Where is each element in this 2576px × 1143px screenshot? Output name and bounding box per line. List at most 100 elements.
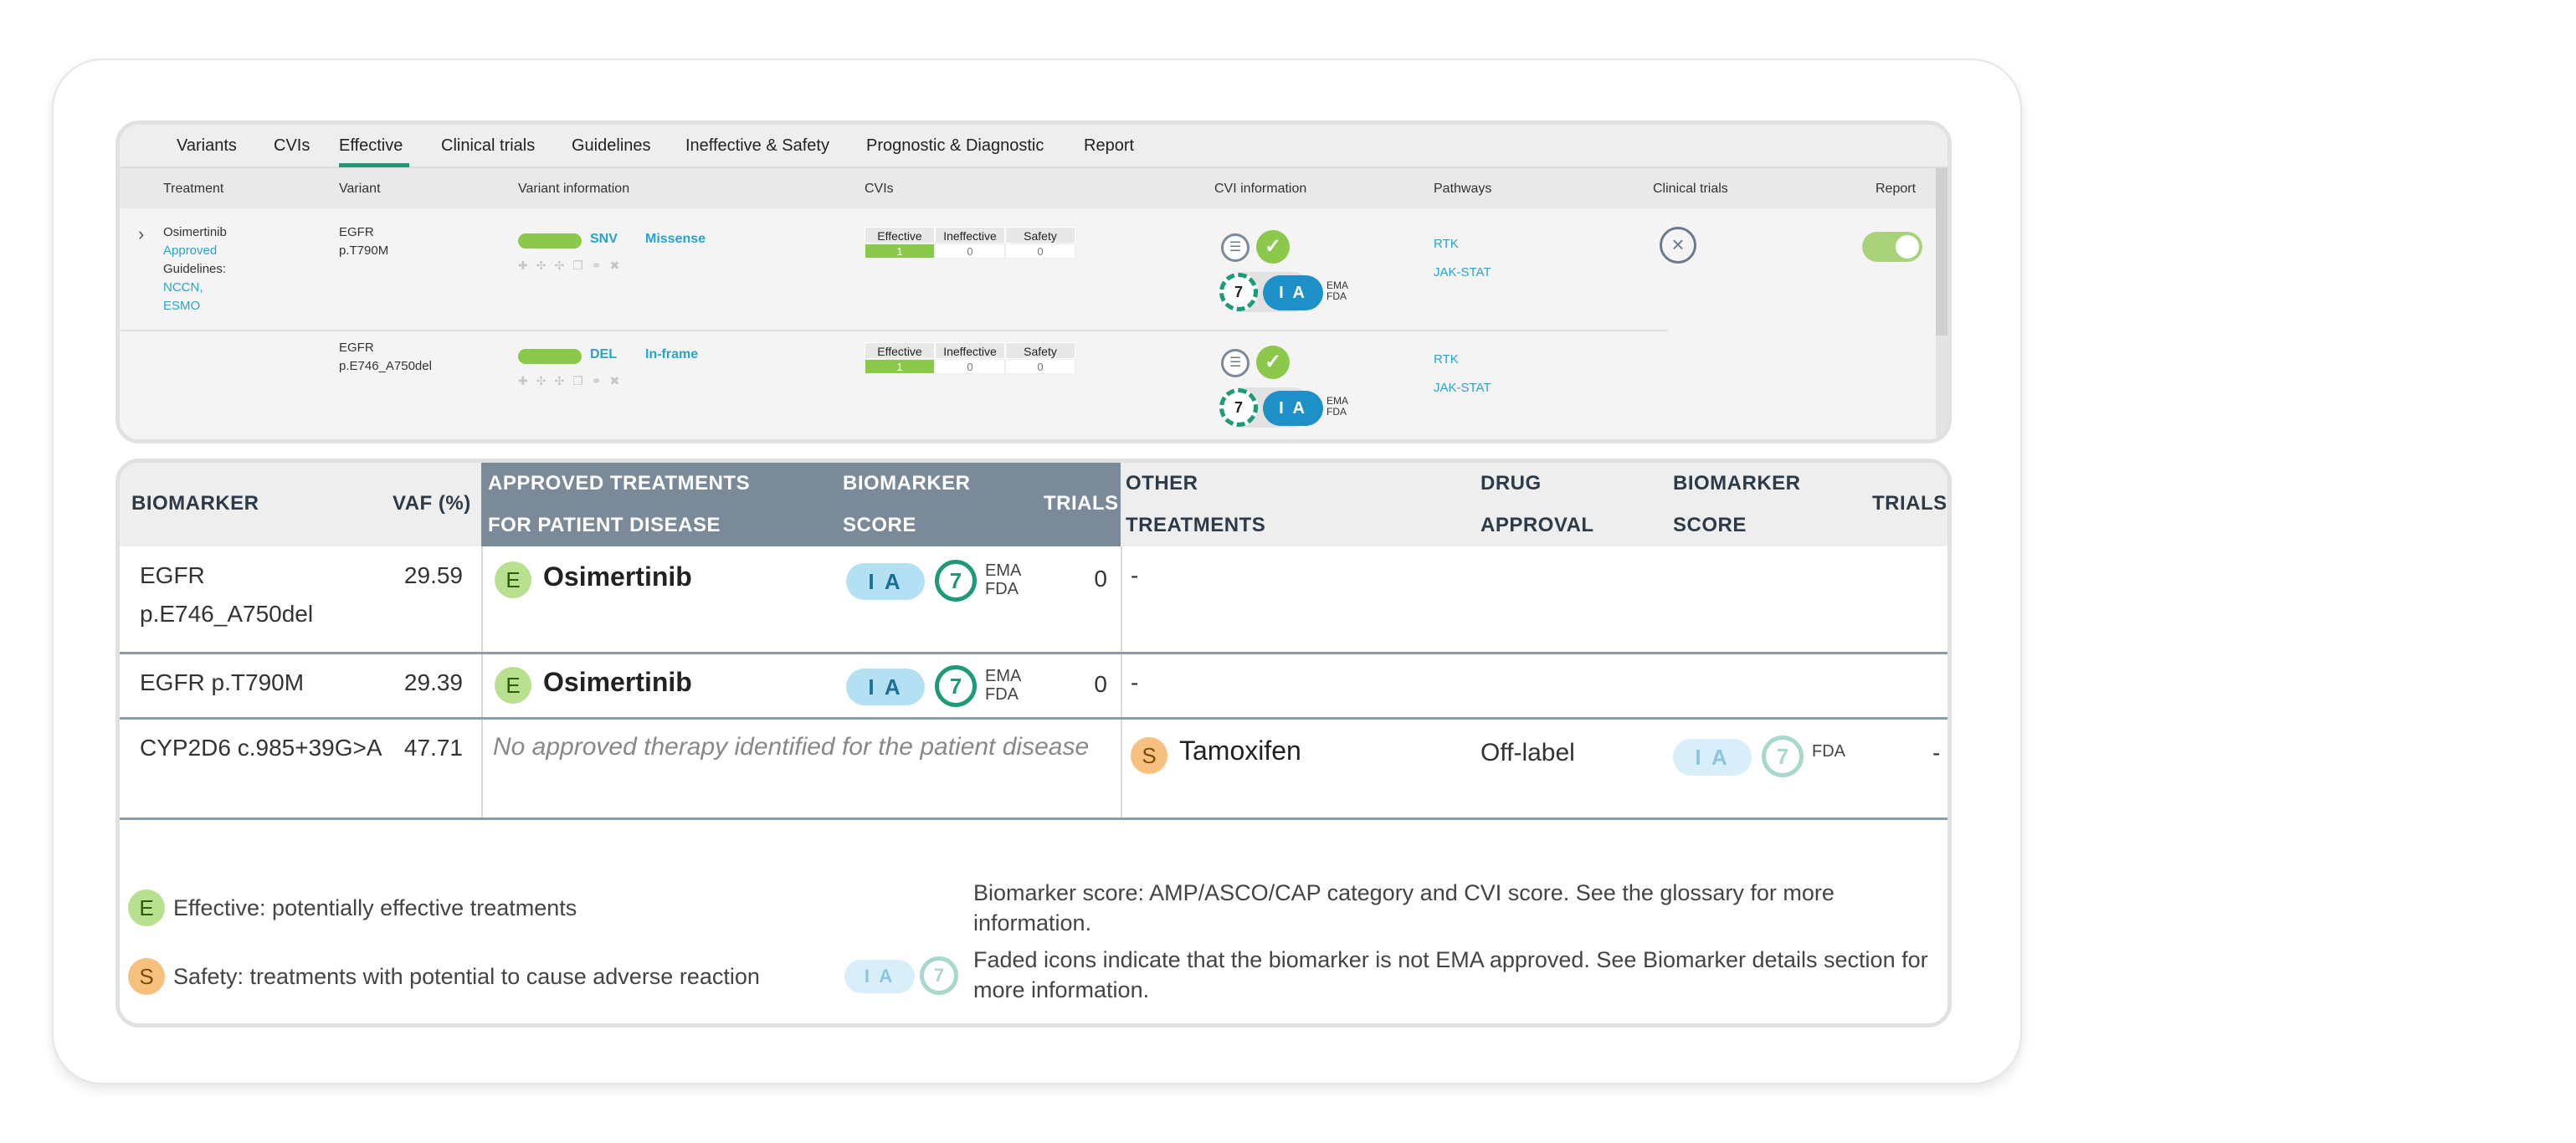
other-treatments: - (1131, 562, 1139, 588)
header-variant: Variant (339, 182, 381, 196)
treatment-name: Osimertinib (163, 225, 227, 239)
chevron-right-icon[interactable]: › (138, 223, 144, 245)
treatment-name[interactable]: Osimertinib (543, 561, 692, 592)
vaf-value: 47.71 (403, 735, 463, 761)
agency-fda: FDA (985, 580, 1019, 598)
cvi-effective-count: 1 (865, 243, 935, 259)
pathway-rtk-link[interactable]: RTK (1434, 235, 1459, 254)
pathway-jak-stat-link[interactable]: JAK-STAT (1434, 379, 1491, 397)
other-treatment-name[interactable]: Tamoxifen (1179, 736, 1301, 766)
check-icon: ✓ (1256, 230, 1290, 264)
header-cvi-information: CVI information (1214, 182, 1307, 196)
effective-badge: E (495, 667, 531, 704)
tab-ineffective-safety[interactable]: Ineffective & Safety (685, 136, 829, 156)
tab-clinical-trials[interactable]: Clinical trials (441, 136, 535, 156)
biomarker-cell: CYP2D6 c.985+39G>A (140, 735, 382, 761)
trials-count: 0 (1094, 671, 1107, 697)
legend-effective-badge: E (128, 889, 165, 926)
biomarker-variant: p.E746_A750del (140, 601, 314, 627)
legend-faded-text: Faded icons indicate that the biomarker … (973, 947, 1928, 1002)
variant-consequence: Missense (645, 232, 706, 246)
agency-labels: EMA FDA (985, 561, 1021, 598)
header-line: APPROVED TREATMENTS (488, 472, 751, 495)
header-cvis: CVIs (865, 182, 894, 196)
tab-guidelines[interactable]: Guidelines (572, 136, 651, 156)
variant-protein: p.E746_A750del (339, 359, 432, 373)
tab-prognostic-diagnostic[interactable]: Prognostic & Diagnostic (866, 136, 1044, 156)
header-trials: TRIALS (1044, 492, 1119, 515)
legend-safety-badge: S (128, 958, 165, 995)
header-biomarker-score-other: BIOMARKER SCORE (1673, 463, 1801, 546)
legend-faded-tier: I A (844, 960, 915, 993)
agency-fda: FDA (1812, 742, 1845, 761)
tab-report[interactable]: Report (1084, 136, 1134, 156)
biomarker-cell: EGFR p.T790M (140, 669, 305, 695)
cvi-score-ring-faded: 7 (1762, 736, 1804, 777)
vaf-value: 29.39 (403, 669, 463, 695)
database-icon[interactable]: ☰ (1221, 349, 1250, 377)
variant-cell: EGFR p.E746_A750del (339, 339, 432, 376)
cvi-score-ring: 7 (1219, 388, 1258, 427)
pathway-jak-stat-link[interactable]: JAK-STAT (1434, 264, 1491, 282)
top-table-header: Treatment Variant Variant information CV… (120, 168, 1940, 208)
cvi-safety-label: Safety (1005, 227, 1075, 243)
effective-panel: Variants CVIs Effective Clinical trials … (115, 120, 1952, 443)
cvi-summary: Effective Ineffective Safety 1 0 0 (865, 342, 1077, 376)
header-line: SCORE (1673, 514, 1747, 536)
cvi-effective-label: Effective (865, 227, 935, 243)
variant-bar (518, 349, 582, 364)
variant-consequence: In-frame (645, 347, 699, 361)
header-line: OTHER (1126, 472, 1198, 495)
header-line: FOR PATIENT DISEASE (488, 514, 721, 536)
tab-variants[interactable]: Variants (177, 136, 237, 156)
legend-safety-text: Safety: treatments with potential to cau… (173, 964, 760, 989)
cvi-safety-count: 0 (1005, 243, 1075, 259)
cvi-ineffective-count: 0 (935, 243, 1005, 259)
variant-bar (518, 233, 582, 249)
safety-badge: S (1131, 737, 1167, 774)
check-icon: ✓ (1256, 346, 1290, 379)
tier-badge: I A (846, 669, 925, 705)
cvi-safety-count: 0 (1005, 359, 1075, 374)
trials-count: - (1932, 740, 1941, 766)
drug-approval-status: Off-label (1480, 739, 1575, 766)
tab-effective[interactable]: Effective (339, 136, 403, 156)
pathway-rtk-link[interactable]: RTK (1434, 351, 1459, 369)
guideline-nccn-link[interactable]: NCCN, (163, 279, 227, 297)
trials-count: 0 (1094, 566, 1107, 592)
treatment-status[interactable]: Approved (163, 242, 227, 260)
legend-score-text: Biomarker score: AMP/ASCO/CAP category a… (973, 880, 1835, 935)
biomarker-cell: EGFR p.E746_A750del (140, 556, 313, 633)
scrollbar-thumb[interactable] (1936, 168, 1947, 336)
header-line: BIOMARKER (843, 472, 971, 495)
legend-effective-text: Effective: potentially effective treatme… (173, 895, 577, 920)
agency-fda: FDA (1326, 290, 1347, 302)
header-line: SCORE (843, 514, 916, 536)
agency-ema: EMA (985, 667, 1022, 685)
tier-badge: I A (1263, 275, 1323, 310)
cvi-summary: Effective Ineffective Safety 1 0 0 (865, 227, 1077, 260)
column-divider (481, 546, 483, 819)
agency-labels: EMA FDA (985, 667, 1021, 704)
variant-type: SNV (590, 232, 618, 246)
header-pathways: Pathways (1434, 182, 1492, 196)
treatment-name[interactable]: Osimertinib (543, 667, 692, 698)
variant-gene: EGFR (339, 225, 374, 239)
cvi-score-ring: 7 (935, 665, 977, 707)
database-icon[interactable]: ☰ (1221, 233, 1250, 262)
variant-protein: p.T790M (339, 243, 389, 258)
toggle-knob (1896, 235, 1919, 259)
header-variant-information: Variant information (518, 182, 630, 196)
header-other-treatments: OTHER TREATMENTS (1126, 463, 1265, 546)
row-divider (120, 330, 1668, 331)
prediction-icons: ✚✣✣❐⚭✖ (518, 259, 629, 272)
header-line: BIOMARKER (1673, 472, 1801, 495)
header-biomarker: BIOMARKER (131, 492, 259, 515)
agency-ema: EMA (985, 561, 1022, 580)
variant-gene: EGFR (339, 341, 374, 355)
cvi-effective-label: Effective (865, 342, 935, 359)
report-toggle[interactable] (1862, 232, 1922, 262)
guideline-esmo-link[interactable]: ESMO (163, 297, 227, 315)
tab-cvis[interactable]: CVIs (274, 136, 310, 156)
cvi-ineffective-label: Ineffective (935, 227, 1005, 243)
